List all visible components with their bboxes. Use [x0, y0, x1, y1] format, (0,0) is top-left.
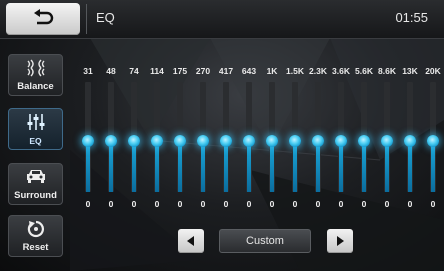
eq-slider-knob[interactable] [427, 135, 439, 147]
band-gain-value: 0 [407, 199, 413, 209]
band-gain-value: 0 [361, 199, 367, 209]
eq-slider-fill [132, 143, 136, 192]
band-gain-value: 0 [177, 199, 183, 209]
eq-slider-fill [362, 143, 366, 192]
equalizer-icon [27, 114, 44, 130]
band-gain-value: 0 [85, 199, 91, 209]
sidebar-item-label: EQ [29, 136, 42, 146]
eq-slider-knob[interactable] [358, 135, 370, 147]
eq-slider-knob[interactable] [404, 135, 416, 147]
sidebar-item-surround[interactable]: Surround [8, 163, 63, 205]
band-frequency-label: 8.6K [378, 66, 396, 76]
eq-slider-knob[interactable] [335, 135, 347, 147]
eq-slider-knob[interactable] [266, 135, 278, 147]
band-frequency-label: 175 [172, 66, 188, 76]
page-title: EQ [96, 10, 115, 25]
band-frequency-label: 48 [106, 66, 116, 76]
band-gain-value: 0 [315, 199, 321, 209]
band-frequency-label: 3.6K [332, 66, 350, 76]
clock: 01:55 [395, 10, 428, 25]
band-frequency-label: 74 [129, 66, 139, 76]
eq-slider-knob[interactable] [243, 135, 255, 147]
back-button[interactable] [6, 3, 80, 35]
eq-slider-fill [293, 143, 297, 192]
eq-slider-fill [316, 143, 320, 192]
band-frequency-label: 1.5K [286, 66, 304, 76]
band-frequency-label: 1K [266, 66, 278, 76]
eq-slider-fill [178, 143, 182, 192]
eq-slider-fill [155, 143, 159, 192]
band-gain-value: 0 [430, 199, 436, 209]
eq-slider-knob[interactable] [105, 135, 117, 147]
band-frequency-label: 114 [150, 66, 164, 76]
eq-slider-fill [431, 143, 435, 192]
band-frequency-label: 270 [195, 66, 211, 76]
band-gain-value: 0 [131, 199, 137, 209]
band-gain-value: 0 [384, 199, 390, 209]
eq-slider-knob[interactable] [174, 135, 186, 147]
header-divider [86, 4, 87, 34]
eq-slider-knob[interactable] [197, 135, 209, 147]
band-gain-value: 0 [269, 199, 275, 209]
eq-slider-fill [201, 143, 205, 192]
sidebar-item-label: Surround [14, 190, 57, 201]
eq-slider-fill [224, 143, 228, 192]
band-frequency-label: 2.3K [309, 66, 327, 76]
back-arrow-icon [34, 9, 54, 25]
triangle-left-icon [187, 236, 194, 246]
eq-slider-fill [109, 143, 113, 192]
eq-slider-knob[interactable] [289, 135, 301, 147]
band-gain-value: 0 [223, 199, 229, 209]
eq-slider-knob[interactable] [82, 135, 94, 147]
sidebar-item-eq[interactable]: EQ [8, 108, 63, 150]
eq-slider-knob[interactable] [128, 135, 140, 147]
band-frequency-label: 5.6K [355, 66, 373, 76]
band-gain-value: 0 [108, 199, 114, 209]
eq-slider-fill [408, 143, 412, 192]
preset-prev-button[interactable] [178, 229, 204, 253]
band-gain-value: 0 [292, 199, 298, 209]
top-bar: EQ 01:55 [0, 0, 444, 39]
band-gain-value: 0 [246, 199, 252, 209]
band-frequency-label: 20K [425, 66, 441, 76]
band-gain-value: 0 [154, 199, 160, 209]
band-frequency-label: 643 [241, 66, 257, 76]
band-frequency-label: 417 [218, 66, 234, 76]
eq-slider-fill [270, 143, 274, 192]
sidebar-item-reset[interactable]: Reset [8, 215, 63, 257]
eq-slider-fill [247, 143, 251, 192]
preset-name[interactable]: Custom [219, 229, 311, 253]
sidebar-item-label: Balance [17, 81, 54, 92]
triangle-right-icon [337, 236, 344, 246]
balance-icon [26, 59, 45, 77]
eq-slider-fill [86, 143, 90, 192]
band-frequency-label: 31 [83, 66, 93, 76]
eq-slider-knob[interactable] [220, 135, 232, 147]
car-icon [26, 170, 45, 183]
eq-slider-fill [339, 143, 343, 192]
sidebar-item-label: Reset [22, 242, 49, 253]
preset-next-button[interactable] [327, 229, 353, 253]
band-gain-value: 0 [200, 199, 206, 209]
sidebar-item-balance[interactable]: Balance [8, 54, 63, 96]
band-gain-value: 0 [338, 199, 344, 209]
reset-icon [27, 220, 44, 238]
eq-slider-knob[interactable] [151, 135, 163, 147]
eq-slider-knob[interactable] [381, 135, 393, 147]
eq-slider-fill [385, 143, 389, 192]
band-frequency-label: 13K [402, 66, 418, 76]
eq-slider-knob[interactable] [312, 135, 324, 147]
eq-screen: EQ 01:55 Balance EQ Surround Reset 31 0 … [0, 0, 444, 271]
